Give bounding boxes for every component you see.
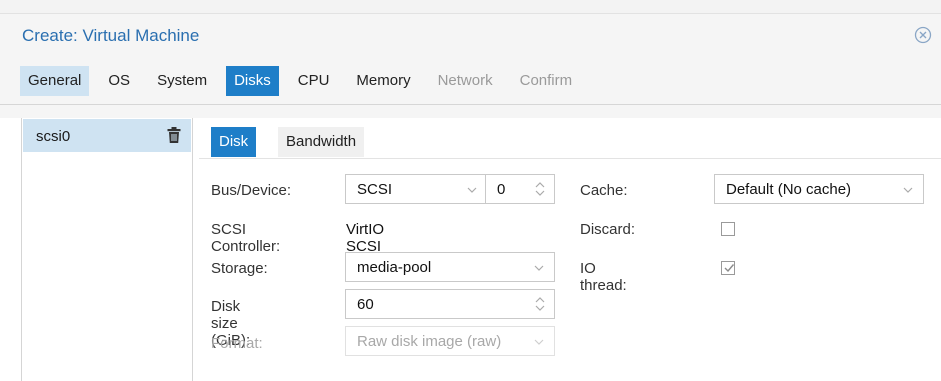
bus-device-label: Bus/Device: xyxy=(211,182,292,199)
dialog-title: Create: Virtual Machine xyxy=(22,26,200,45)
storage-select-value: media-pool xyxy=(357,259,432,276)
spinner-icon[interactable] xyxy=(534,294,546,314)
close-circle-icon[interactable] xyxy=(914,26,932,44)
tab-os[interactable]: OS xyxy=(100,66,138,96)
scsi-controller-label: SCSI Controller: xyxy=(211,221,281,255)
header-divider xyxy=(0,104,941,105)
format-select: Raw disk image (raw) xyxy=(345,326,555,356)
discard-checkbox[interactable] xyxy=(721,222,735,236)
tab-disks[interactable]: Disks xyxy=(226,66,279,96)
tab-bandwidth[interactable]: Bandwidth xyxy=(278,127,365,157)
list-item-scsi0[interactable]: scsi0 xyxy=(23,119,191,152)
tab-network: Network xyxy=(437,72,493,89)
subtab-divider xyxy=(199,158,941,159)
io-thread-label: IO thread: xyxy=(580,260,627,294)
cache-label: Cache: xyxy=(580,182,628,199)
tab-system[interactable]: System xyxy=(149,66,215,96)
disk-list-panel: scsi0 xyxy=(21,118,193,381)
storage-select[interactable]: media-pool xyxy=(345,252,555,282)
disk-size-value: 60 xyxy=(357,296,374,313)
storage-label: Storage: xyxy=(211,260,268,277)
bus-device-divider xyxy=(485,175,486,203)
format-select-value: Raw disk image (raw) xyxy=(357,333,502,350)
disk-subtabs: Disk Bandwidth xyxy=(210,126,941,158)
format-label: Format: xyxy=(211,335,263,352)
tab-general[interactable]: General xyxy=(20,66,90,96)
disk-size-input[interactable]: 60 xyxy=(345,289,555,319)
create-vm-dialog: Create: Virtual Machine General OS Syste… xyxy=(0,0,941,381)
trash-icon[interactable] xyxy=(166,126,182,144)
chevron-down-icon xyxy=(534,339,544,345)
chevron-down-icon xyxy=(903,187,913,193)
io-thread-checkbox[interactable] xyxy=(721,261,735,275)
cache-select-value: Default (No cache) xyxy=(726,181,852,198)
disk-item-label: scsi0 xyxy=(36,128,71,145)
tab-disk[interactable]: Disk xyxy=(211,127,257,157)
bus-device-field: SCSI 0 xyxy=(345,174,555,204)
wizard-tabs: General OS System Disks CPU Memory Netwo… xyxy=(20,66,591,96)
checkmark-icon xyxy=(724,264,735,273)
bus-select-value[interactable]: SCSI xyxy=(357,181,392,198)
spinner-icon[interactable] xyxy=(534,179,546,199)
chevron-down-icon[interactable] xyxy=(466,184,478,196)
cache-select[interactable]: Default (No cache) xyxy=(714,174,924,204)
tab-memory[interactable]: Memory xyxy=(348,66,418,96)
tab-cpu[interactable]: CPU xyxy=(290,66,338,96)
tab-confirm: Confirm xyxy=(519,72,573,89)
chevron-down-icon xyxy=(534,265,544,271)
device-number-value[interactable]: 0 xyxy=(497,181,505,198)
discard-label: Discard: xyxy=(580,221,636,238)
window-top-strip xyxy=(0,0,941,14)
